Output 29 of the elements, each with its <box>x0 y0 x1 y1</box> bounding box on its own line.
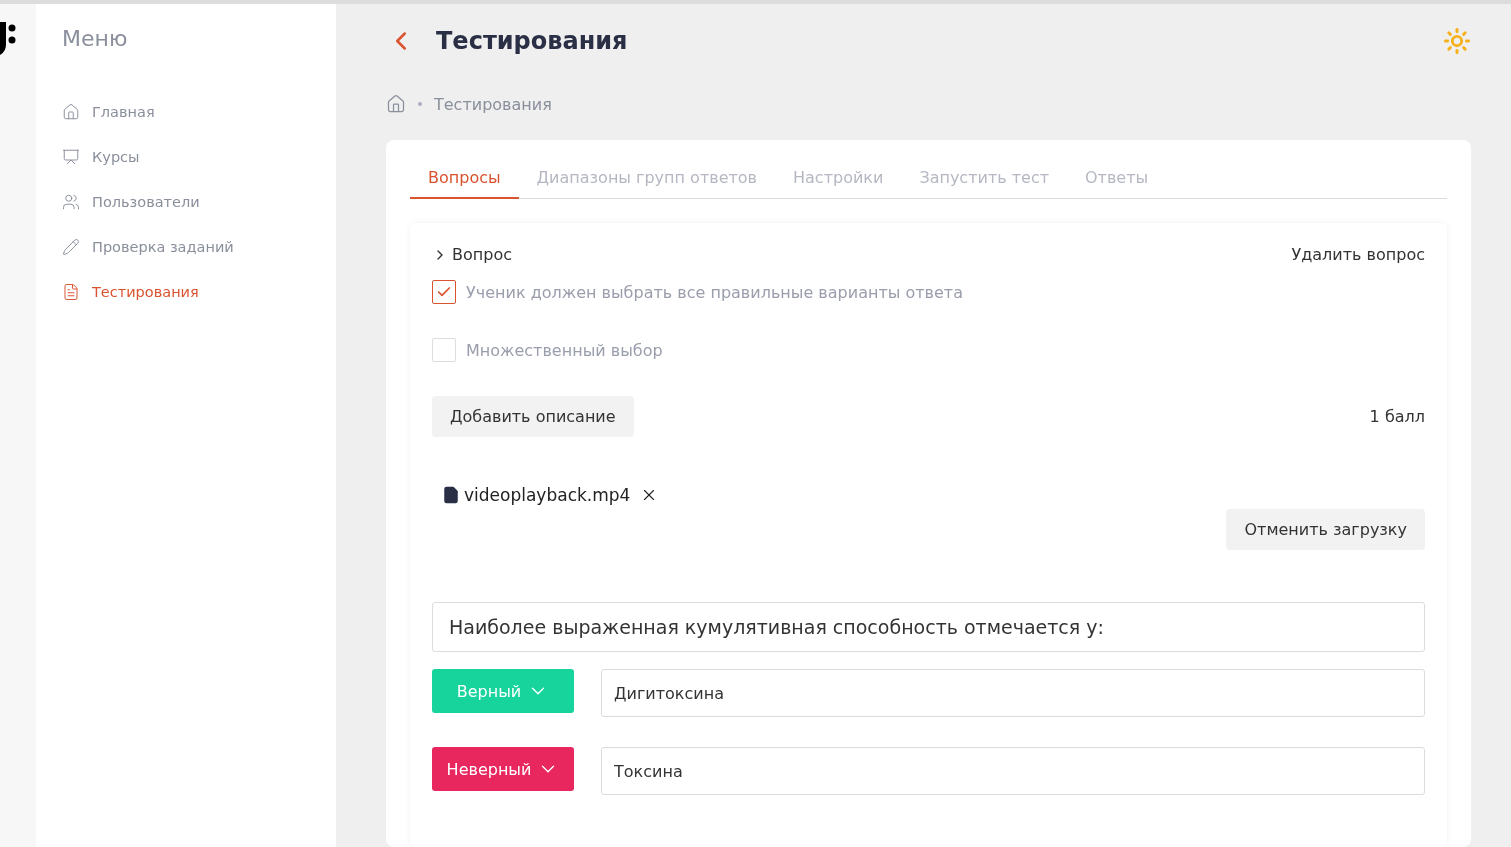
answer-field[interactable]: Дигитоксина <box>601 669 1425 717</box>
answer-status-dropdown[interactable]: Неверный <box>432 747 574 791</box>
checkbox-label: Множественный выбор <box>466 340 663 360</box>
add-description-button[interactable]: Добавить описание <box>432 396 634 437</box>
sidebar-item[interactable]: Главная <box>62 89 336 134</box>
points-label: 1 балл <box>1369 407 1425 426</box>
document-icon <box>62 282 80 301</box>
file-name: videoplayback.mp4 <box>464 485 631 505</box>
breadcrumb-item: Тестирования <box>434 94 552 114</box>
sidebar-item[interactable]: Проверка заданий <box>62 224 336 269</box>
delete-question-button[interactable]: Удалить вопрос <box>1291 245 1425 264</box>
checkbox[interactable] <box>432 280 456 304</box>
sidebar-item[interactable]: Пользователи <box>62 179 336 224</box>
checkbox-label: Ученик должен выбрать все правильные варианты ответа <box>466 282 963 302</box>
users-icon <box>62 192 80 211</box>
easel-icon <box>62 147 80 166</box>
sidebar-item[interactable]: Тестирования <box>62 269 336 314</box>
question-toggle[interactable]: Вопрос <box>432 245 512 264</box>
question-text-field[interactable]: Наиболее выраженная кумулятивная способность отмечается у: <box>432 602 1425 652</box>
answer-field[interactable]: Токсина <box>601 747 1425 795</box>
page-title: Тестирования <box>436 27 629 55</box>
file-icon <box>442 486 460 504</box>
sidebar-item[interactable]: Курсы <box>62 134 336 179</box>
tab[interactable]: Вопросы <box>410 158 519 199</box>
home-icon[interactable] <box>386 94 406 114</box>
pencil-icon <box>62 237 80 256</box>
sidebar-title: Меню <box>62 26 129 51</box>
cancel-upload-button[interactable]: Отменить загрузку <box>1226 509 1425 550</box>
home-icon <box>62 102 80 121</box>
